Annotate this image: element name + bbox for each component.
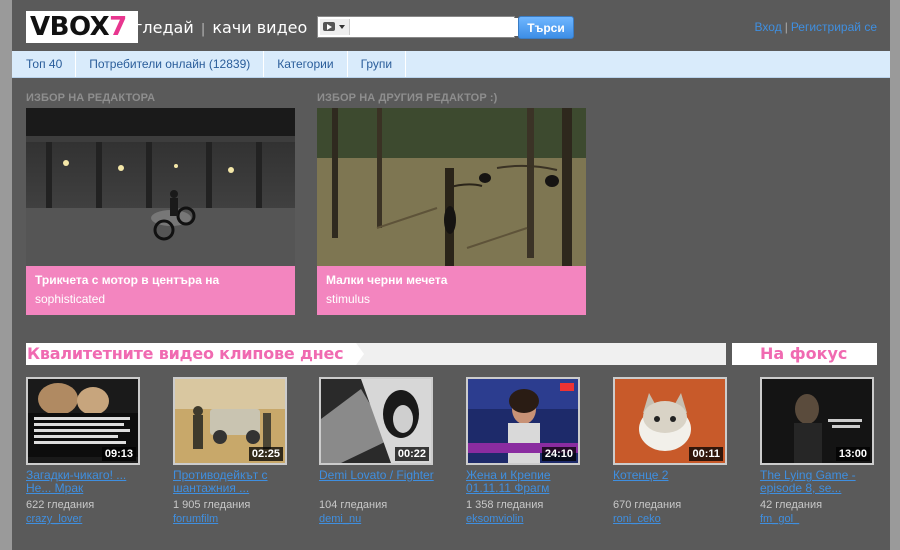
video-thumbnail[interactable]: 24:10 [466, 377, 580, 465]
tagline-upload: качи видео [212, 18, 308, 37]
video-item: 13:00 The Lying Game - episode 8, se... … [760, 377, 878, 525]
video-user[interactable]: eksomviolin [466, 513, 584, 525]
video-title[interactable]: Demi Lovato / Fighter [319, 469, 437, 495]
logo-seven: 7 [109, 12, 127, 42]
video-duration: 00:22 [394, 447, 429, 461]
video-thumbnail[interactable]: 09:13 [26, 377, 140, 465]
quality-videos-bar: Квалитетните видео клипове днес [26, 343, 726, 365]
search-input[interactable] [352, 18, 518, 36]
tagline-watch: гледай [134, 18, 194, 37]
video-views: 42 гледания [760, 499, 823, 511]
other-editor-pick-title[interactable]: Малки черни мечета [326, 273, 577, 287]
tagline-separator: | [200, 22, 206, 37]
editor-pick-user[interactable]: sophisticated [35, 292, 286, 306]
video-title[interactable]: Противодейкът с шантажния ... [173, 469, 291, 495]
video-views: 622 гледания [26, 499, 95, 511]
focus-bar: На фокус [726, 343, 877, 365]
video-item: 09:13 Загадки-чикаго! ... Не... Мрак 622… [26, 377, 144, 525]
other-editor-pick-caption: Малки черни мечета stimulus [317, 266, 586, 315]
video-thumbnail[interactable]: 13:00 [760, 377, 874, 465]
video-item: 00:22 Demi Lovato / Fighter 104 гледания… [319, 377, 437, 525]
tagline: гледай | качи видео [134, 18, 307, 37]
editor-pick-caption: Трикчета с мотор в центъра на sophistica… [26, 266, 295, 315]
logo-text: VBOX [30, 12, 110, 42]
video-item: 24:10 Жена и Крепие 01.11.11 Фрагм 1 358… [466, 377, 584, 525]
search-button[interactable]: Търси [518, 16, 574, 39]
other-editor-pick-thumbnail[interactable] [317, 108, 586, 266]
video-item: 02:25 Противодейкът с шантажния ... 1 90… [173, 377, 291, 525]
other-editor-pick-user[interactable]: stimulus [326, 292, 577, 306]
video-user[interactable]: crazy_lover [26, 513, 144, 525]
video-views: 1 358 гледания [466, 499, 544, 511]
nav-top40[interactable]: Топ 40 [12, 51, 77, 77]
video-thumbnail[interactable]: 02:25 [173, 377, 287, 465]
video-user[interactable]: fm_gol_ [760, 513, 878, 525]
video-duration: 09:13 [101, 447, 136, 461]
auth-separator: | [784, 20, 788, 34]
video-title[interactable]: Загадки-чикаго! ... Не... Мрак [26, 469, 144, 495]
bear-cubs-forest-image [317, 108, 586, 266]
nav-users-online[interactable]: Потребители онлайн (12839) [76, 51, 265, 77]
login-link[interactable]: Вход [755, 20, 782, 34]
chevron-down-icon [339, 25, 345, 29]
video-duration: 02:25 [248, 447, 283, 461]
editor-pick-heading: ИЗБОР НА РЕДАКТОРА [26, 92, 156, 104]
video-user[interactable]: forumfilm [173, 513, 291, 525]
register-link[interactable]: Регистрирай се [791, 20, 877, 34]
video-icon [323, 22, 335, 31]
video-views: 670 гледания [613, 499, 682, 511]
other-editor-pick-card[interactable]: Малки черни мечета stimulus [317, 108, 586, 315]
video-views: 1 905 гледания [173, 499, 251, 511]
video-title[interactable]: Жена и Крепие 01.11.11 Фрагм [466, 469, 584, 495]
editor-pick-card[interactable]: Трикчета с мотор в центъра на sophistica… [26, 108, 295, 315]
video-thumbnail[interactable]: 00:11 [613, 377, 727, 465]
page: VBOX7 гледай | качи видео Търси Вход | Рег… [12, 0, 890, 550]
site-logo[interactable]: VBOX7 [26, 11, 138, 43]
other-editor-pick-heading: ИЗБОР НА ДРУГИЯ РЕДАКТОР :) [317, 92, 498, 104]
video-duration: 24:10 [541, 447, 576, 461]
video-duration: 00:11 [689, 447, 723, 461]
video-duration: 13:00 [835, 447, 870, 461]
video-title[interactable]: The Lying Game - episode 8, se... [760, 469, 878, 495]
main-nav: Топ 40 Потребители онлайн (12839) Катего… [12, 51, 890, 78]
editor-pick-thumbnail[interactable] [26, 108, 295, 266]
focus-heading: На фокус [760, 344, 848, 363]
video-views: 104 гледания [319, 499, 388, 511]
video-user[interactable]: demi_nu [319, 513, 437, 525]
search-box [317, 16, 518, 38]
search-type-dropdown[interactable] [320, 19, 350, 35]
nav-categories[interactable]: Категории [264, 51, 348, 77]
video-item: 00:11 Котенце 2 670 гледания roni_ceko [613, 377, 731, 525]
quality-videos-heading: Квалитетните видео клипове днес [27, 344, 344, 363]
video-thumbnail[interactable]: 00:22 [319, 377, 433, 465]
motorcycle-night-image [26, 108, 295, 266]
auth-links: Вход | Регистрирай се [755, 20, 877, 34]
editor-pick-title[interactable]: Трикчета с мотор в центъра на [35, 273, 286, 287]
video-user[interactable]: roni_ceko [613, 513, 731, 525]
nav-groups[interactable]: Групи [348, 51, 407, 77]
video-title[interactable]: Котенце 2 [613, 469, 731, 495]
